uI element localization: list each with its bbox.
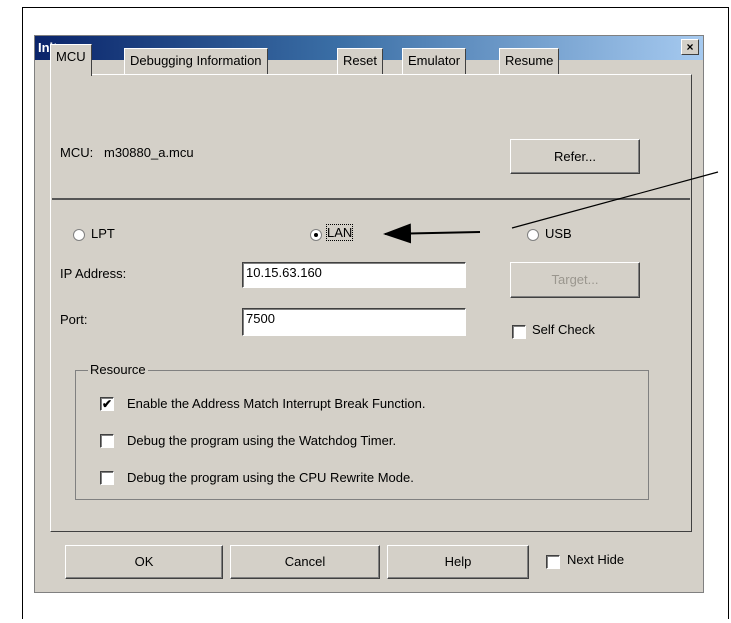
address-match-checkbox[interactable]: ✔ (100, 397, 114, 411)
mcu-file-value: m30880_a.mcu (104, 145, 194, 160)
tab-emulator-label: Emulator (408, 53, 461, 68)
next-hide-checkbox[interactable] (546, 555, 560, 569)
separator (52, 198, 690, 200)
port-value: 7500 (246, 311, 275, 326)
tab-resume-label: Resume (505, 53, 554, 68)
address-match-label: Enable the Address Match Interrupt Break… (127, 396, 426, 411)
tab-emulator[interactable]: Emulator (402, 48, 467, 74)
radio-usb[interactable] (527, 229, 539, 241)
radio-usb-label: USB (545, 226, 572, 241)
help-button[interactable]: Help (387, 545, 529, 579)
port-label: Port: (60, 312, 88, 327)
tab-mcu-label: MCU (56, 49, 86, 64)
tab-mcu[interactable]: MCU (50, 44, 92, 76)
tab-debugging-information[interactable]: Debugging Information (124, 48, 268, 74)
cpu-rewrite-checkbox[interactable] (100, 471, 114, 485)
port-input[interactable]: 7500 (242, 308, 466, 336)
ip-address-value: 10.15.63.160 (246, 265, 322, 280)
watchdog-timer-checkbox[interactable] (100, 434, 114, 448)
tab-debugging-information-label: Debugging Information (130, 53, 262, 68)
radio-lpt[interactable] (73, 229, 85, 241)
watchdog-timer-label: Debug the program using the Watchdog Tim… (127, 433, 397, 448)
cancel-button[interactable]: Cancel (230, 545, 380, 579)
close-icon: × (686, 40, 694, 54)
next-hide-label: Next Hide (567, 552, 625, 567)
radio-lan-label: LAN (325, 224, 354, 241)
self-check-label: Self Check (532, 322, 595, 337)
ip-address-input[interactable]: 10.15.63.160 (242, 262, 466, 288)
mcu-label: MCU: (60, 145, 94, 160)
resource-group-title: Resource (88, 362, 148, 377)
tab-reset[interactable]: Reset (337, 48, 383, 74)
tab-reset-label: Reset (343, 53, 377, 68)
cpu-rewrite-label: Debug the program using the CPU Rewrite … (127, 470, 414, 485)
refer-button[interactable]: Refer... (510, 139, 640, 174)
self-check-checkbox[interactable] (512, 325, 526, 339)
ok-button[interactable]: OK (65, 545, 223, 579)
ip-address-label: IP Address: (60, 266, 127, 281)
tab-resume[interactable]: Resume (499, 48, 560, 74)
close-button[interactable]: × (681, 39, 699, 55)
checkmark-icon: ✔ (101, 397, 113, 411)
radio-lpt-label: LPT (91, 226, 115, 241)
target-button[interactable]: Target... (510, 262, 640, 298)
radio-lan[interactable] (310, 229, 322, 241)
